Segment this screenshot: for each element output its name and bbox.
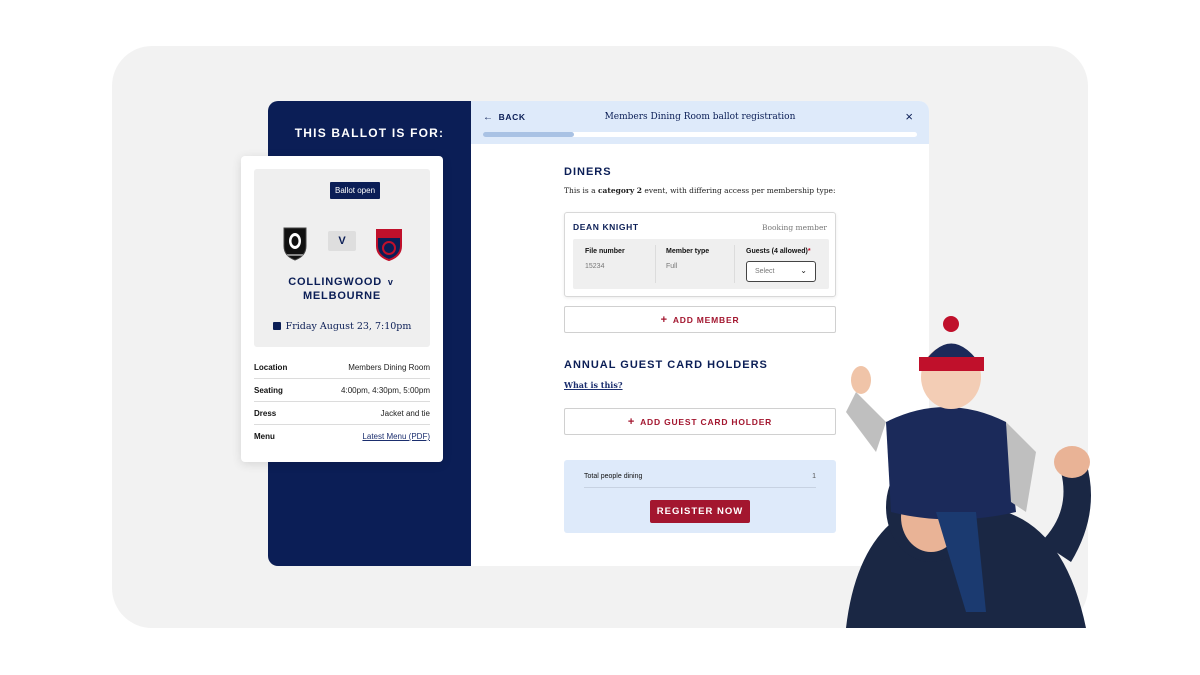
match-separator: v <box>387 277 394 287</box>
chevron-down-icon: ⌄ <box>800 266 807 275</box>
plus-icon: + <box>627 416 636 428</box>
desc-category: category 2 <box>597 186 643 195</box>
desc-suffix: event, with differing access per members… <box>642 186 836 195</box>
total-value: 1 <box>812 473 816 480</box>
guests-select[interactable]: Select ⌄ <box>746 261 816 282</box>
calendar-icon <box>272 322 281 330</box>
match-date-text: Friday August 23, 7:10pm <box>285 321 412 332</box>
match-title: COLLINGWOOD v MELBOURNE <box>254 275 430 303</box>
progress-bar <box>483 132 917 137</box>
guests-label-text: Guests (4 allowed) <box>746 248 808 255</box>
desc-prefix: This is a <box>564 186 598 195</box>
ballot-card: Ballot open V COLLINGWOOD v MELBOURNE Fr… <box>241 156 443 462</box>
add-member-label: ADD MEMBER <box>672 315 740 325</box>
info-value: 4:00pm, 4:30pm, 5:00pm <box>341 386 430 395</box>
member-role: Booking member <box>762 223 827 232</box>
guests-label: Guests (4 allowed)* <box>746 248 811 255</box>
top-bar: ← BACK Members Dining Room ballot registr… <box>471 101 929 144</box>
guest-card-heading: ANNUAL GUEST CARD HOLDERS <box>564 359 768 371</box>
plus-icon: + <box>660 314 668 326</box>
info-label: Dress <box>254 409 277 418</box>
file-number-col: File number 15234 <box>573 239 655 289</box>
fans-photo <box>846 316 1091 628</box>
add-guest-card-button[interactable]: + ADD GUEST CARD HOLDER <box>564 408 836 435</box>
summary-divider <box>584 487 816 488</box>
add-guest-card-label: ADD GUEST CARD HOLDER <box>640 417 773 427</box>
menu-pdf-link[interactable]: Latest Menu (PDF) <box>362 432 430 441</box>
page-title: Members Dining Room ballot registration <box>604 112 796 122</box>
sidebar-title: THIS BALLOT IS FOR: <box>294 126 445 140</box>
collingwood-logo <box>283 227 307 261</box>
info-row-menu: Menu Latest Menu (PDF) <box>254 426 430 448</box>
versus-label: V <box>328 231 356 251</box>
member-type-label: Member type <box>666 248 710 255</box>
info-row-seating: Seating 4:00pm, 4:30pm, 5:00pm <box>254 380 430 402</box>
file-number-label: File number <box>585 248 625 255</box>
close-icon[interactable]: × <box>905 109 913 124</box>
member-type-value: Full <box>666 263 678 270</box>
summary-box: Total people dining 1 REGISTER NOW <box>564 460 836 533</box>
file-number-value: 15234 <box>585 263 605 270</box>
guests-col: Guests (4 allowed)* Select ⌄ <box>734 239 829 289</box>
match-box: Ballot open V COLLINGWOOD v MELBOURNE Fr… <box>254 169 430 347</box>
info-value: Members Dining Room <box>348 363 430 372</box>
info-row-location: Location Members Dining Room <box>254 357 430 379</box>
diners-heading: DINERS <box>564 166 612 178</box>
info-row-dress: Dress Jacket and tie <box>254 403 430 425</box>
away-team: MELBOURNE <box>302 290 382 302</box>
info-label: Seating <box>254 386 283 395</box>
info-label: Menu <box>254 432 275 441</box>
progress-fill <box>483 132 575 137</box>
melbourne-logo <box>376 229 402 262</box>
home-team: COLLINGWOOD <box>288 276 383 288</box>
member-name: DEAN KNIGHT <box>573 222 639 232</box>
member-card: DEAN KNIGHT Booking member File number 1… <box>564 212 836 297</box>
diners-description: This is a category 2 event, with differi… <box>564 186 836 195</box>
info-label: Location <box>254 363 288 372</box>
total-label: Total people dining <box>584 473 643 480</box>
match-date: Friday August 23, 7:10pm <box>254 321 430 332</box>
register-button[interactable]: REGISTER NOW <box>650 500 750 523</box>
ballot-status-badge: Ballot open <box>330 182 380 199</box>
member-type-col: Member type Full <box>654 239 734 289</box>
what-is-this-link[interactable]: What is this? <box>564 380 623 390</box>
member-details-grid: File number 15234 Member type Full Guest… <box>573 239 829 289</box>
add-member-button[interactable]: + ADD MEMBER <box>564 306 836 333</box>
info-value: Jacket and tie <box>380 409 430 418</box>
required-marker: * <box>807 248 811 255</box>
guests-select-placeholder: Select <box>755 268 775 275</box>
